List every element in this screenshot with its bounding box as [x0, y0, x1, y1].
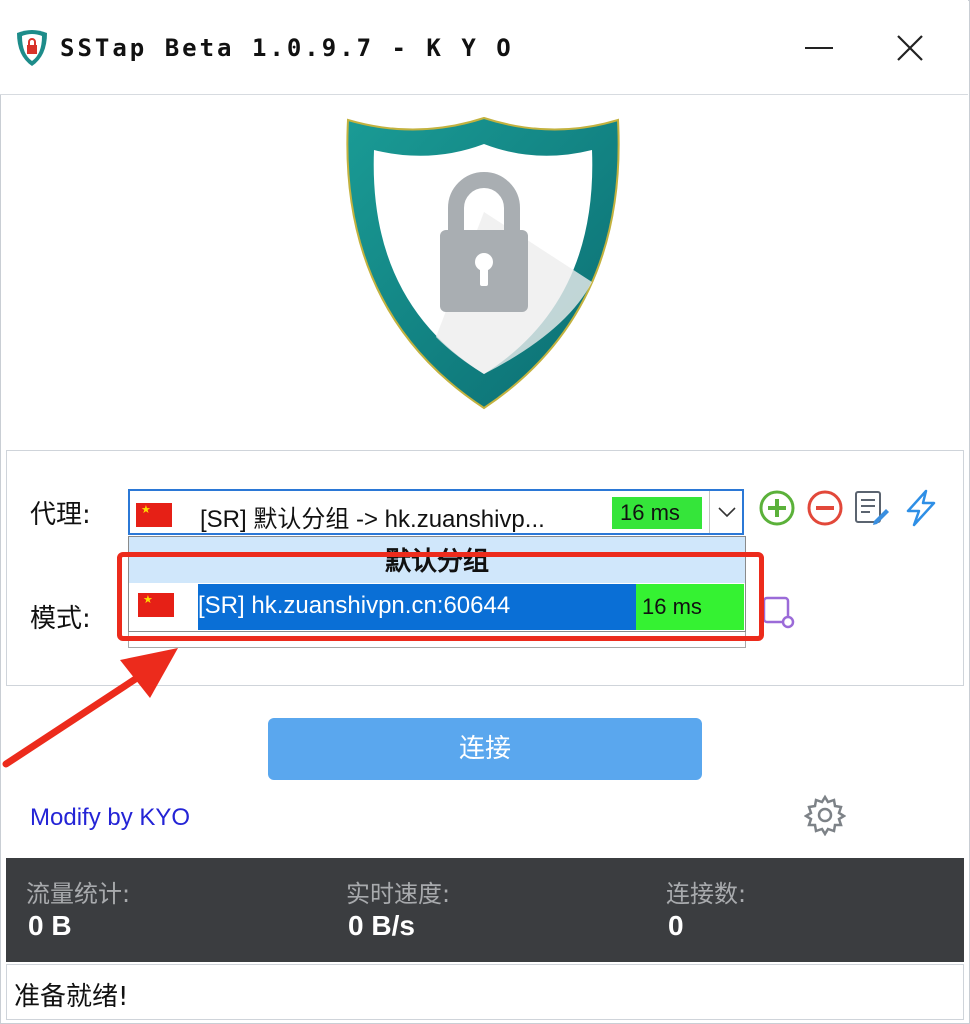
- proxy-label: 代理:: [30, 500, 91, 530]
- mode-edit-icon[interactable]: [762, 592, 798, 630]
- gear-icon[interactable]: [804, 794, 846, 836]
- chevron-down-icon: [718, 507, 736, 518]
- speed-value: 0 B/s: [348, 910, 415, 941]
- china-flag-icon: ★: [136, 503, 172, 527]
- mode-label: 模式:: [30, 604, 91, 634]
- traffic-value: 0 B: [28, 910, 72, 941]
- proxy-dropdown-button[interactable]: [709, 491, 744, 533]
- shield-lock-icon: [17, 30, 47, 66]
- modify-by-link[interactable]: Modify by KYO: [30, 804, 190, 832]
- lightning-icon[interactable]: [902, 489, 940, 527]
- minimize-button[interactable]: [791, 26, 847, 70]
- close-button[interactable]: [882, 26, 938, 70]
- annotation-highlight-box: [117, 552, 764, 641]
- minimize-icon: [805, 47, 833, 49]
- proxy-selected-text: [SR] 默认分组 -> hk.zuanshivp...: [200, 506, 545, 533]
- speed-label: 实时速度:: [346, 880, 451, 908]
- close-icon: [897, 35, 923, 61]
- connect-button[interactable]: 连接: [268, 718, 702, 780]
- stats-bar: [6, 858, 964, 962]
- connections-label: 连接数:: [666, 880, 747, 908]
- window-title: SSTap Beta 1.0.9.7 - K Y O: [60, 34, 514, 62]
- status-text: 准备就绪!: [14, 982, 129, 1012]
- minus-circle-icon[interactable]: [806, 489, 844, 527]
- connections-value: 0: [668, 910, 684, 941]
- shield-lock-illustration: [346, 116, 620, 410]
- plus-circle-icon[interactable]: [758, 489, 796, 527]
- edit-document-icon[interactable]: [852, 489, 890, 527]
- status-bar: [6, 964, 964, 1020]
- annotation-arrow: [2, 648, 178, 768]
- traffic-label: 流量统计:: [26, 880, 131, 908]
- proxy-latency-badge: 16 ms: [612, 497, 702, 529]
